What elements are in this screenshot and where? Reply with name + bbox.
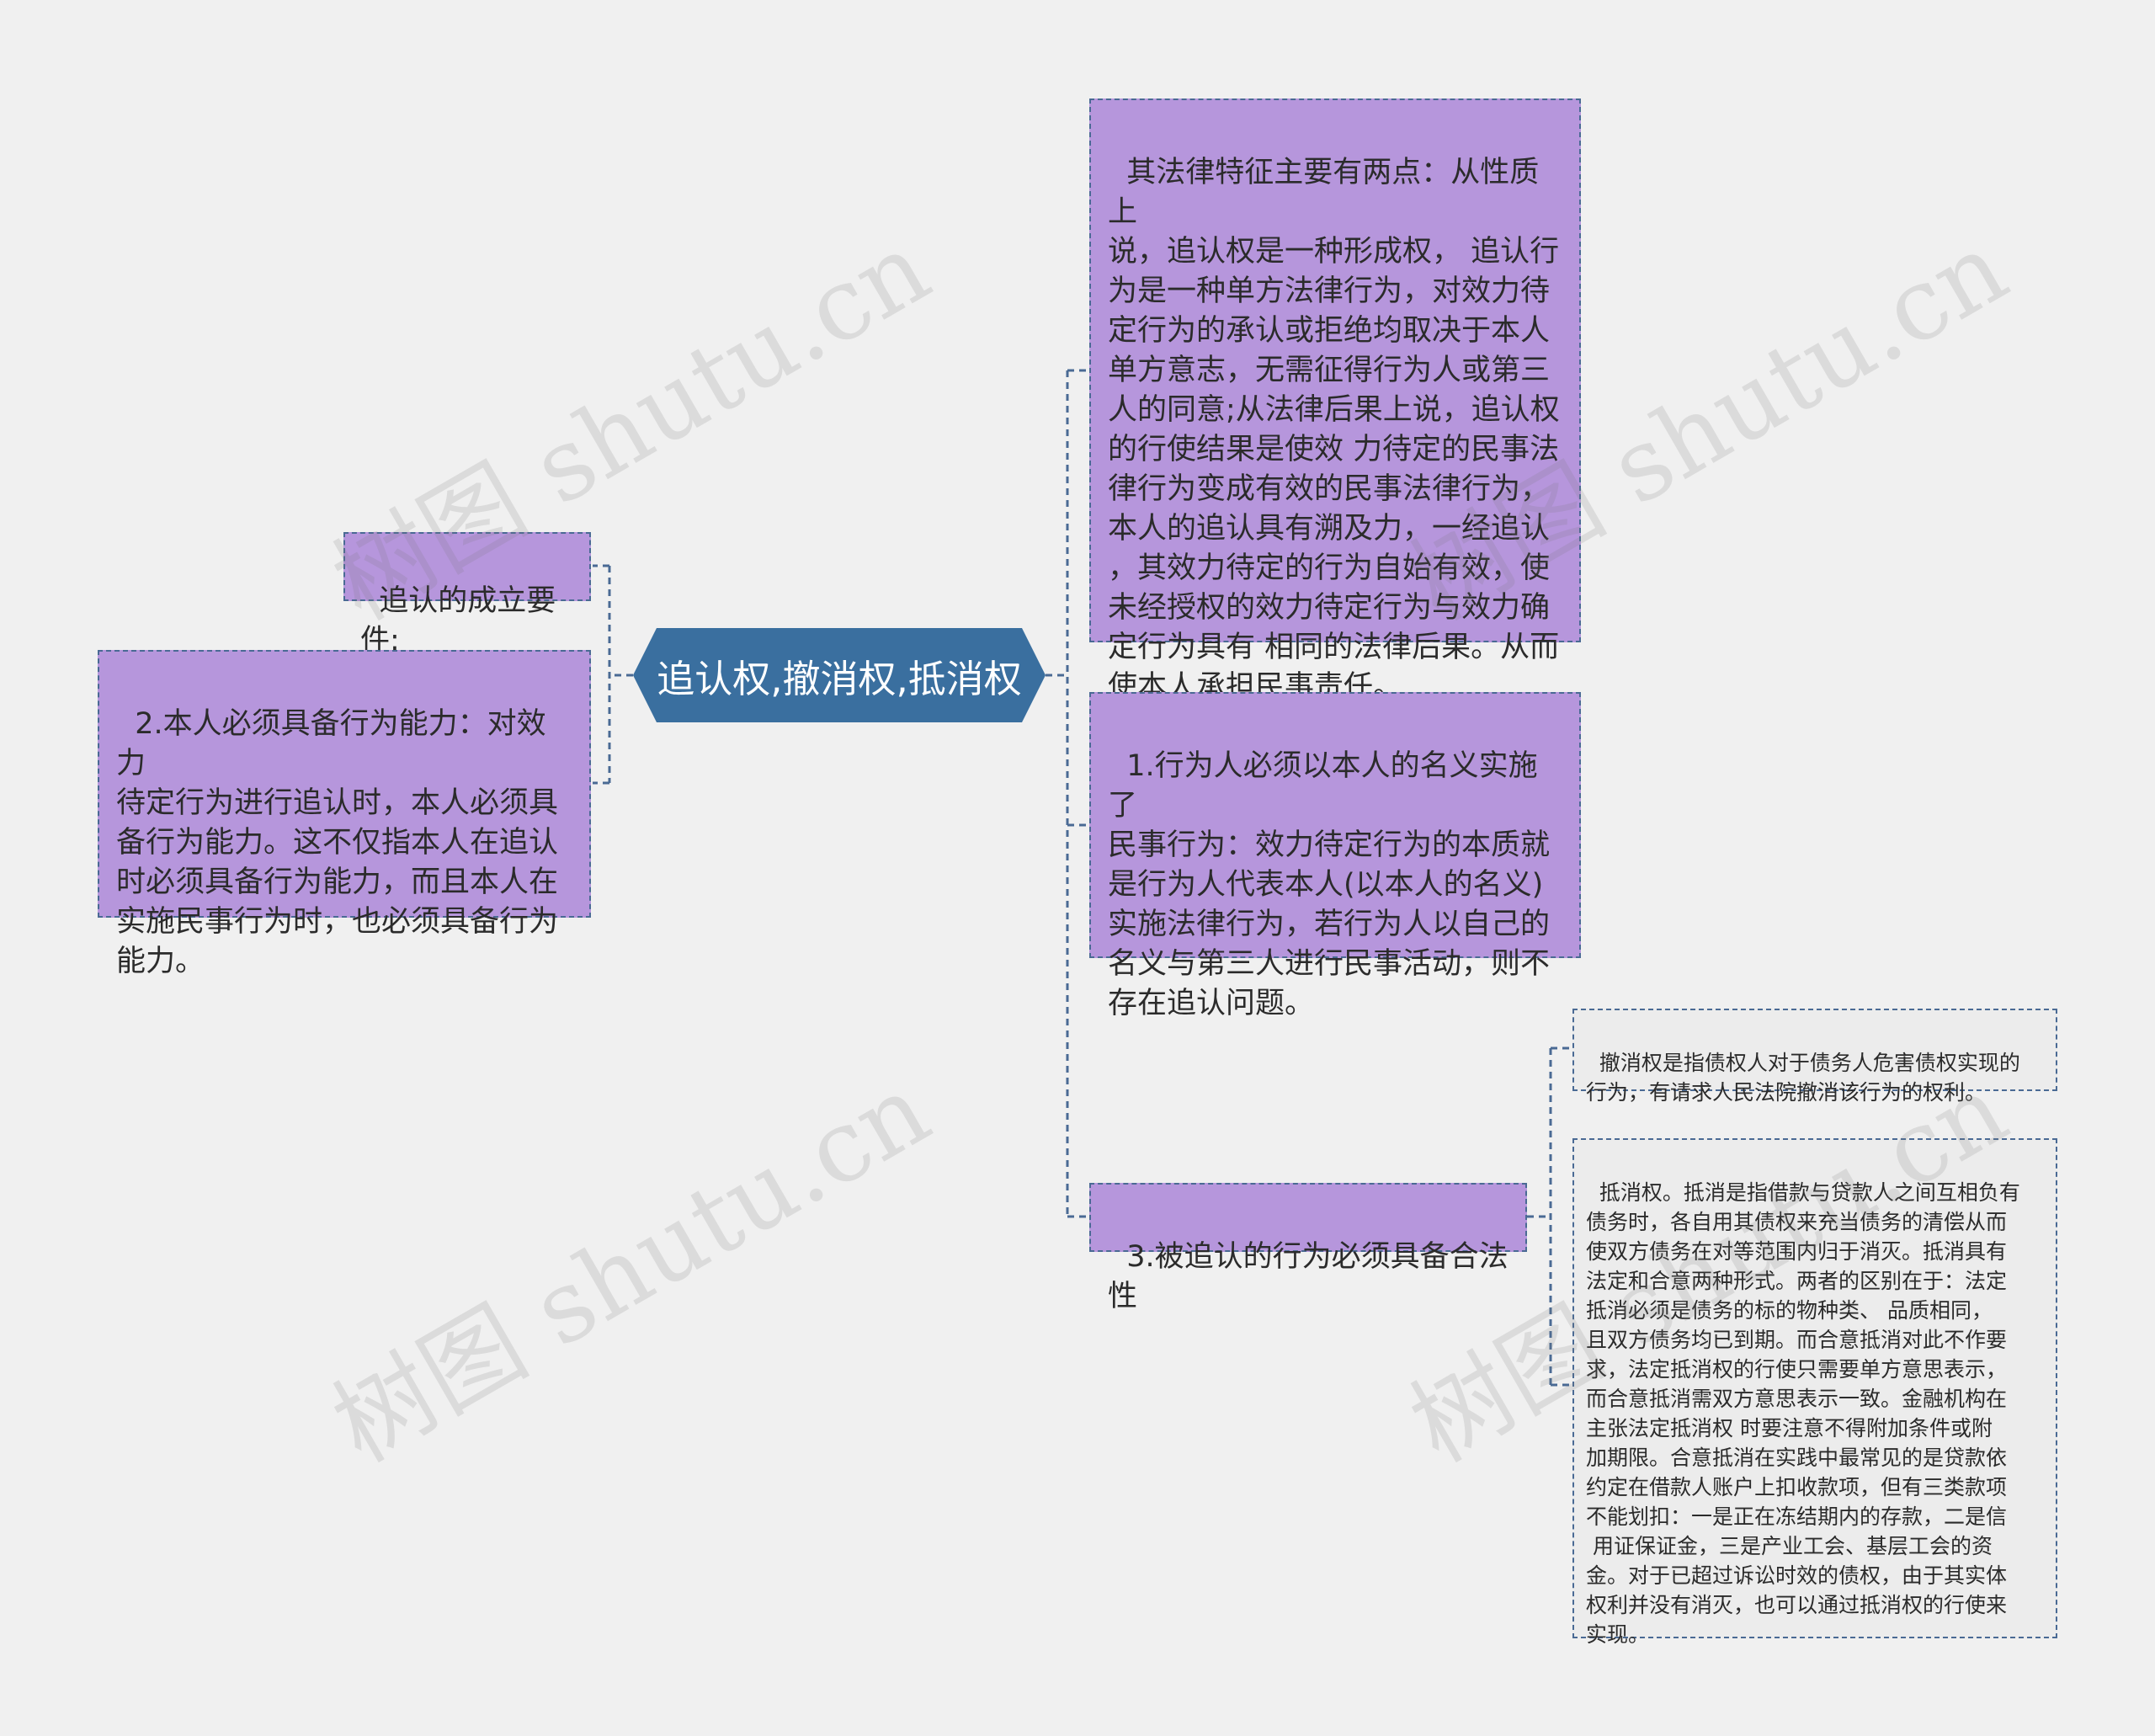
node-legal-characteristics[interactable]: 其法律特征主要有两点：从性质上 说，追认权是一种形成权， 追认行 为是一种单方法… [1089,99,1581,704]
node-text: 抵消权。抵消是指借款与贷款人之间互相负有 债务时，各自用其债权来充当债务的清偿从… [1586,1180,2020,1647]
root-label: 追认权,撤消权,抵消权 [657,656,1022,701]
node-ratification-requirements-heading[interactable]: 追认的成立要件: [343,532,591,658]
node-text: 其法律特征主要有两点：从性质上 说，追认权是一种形成权， 追认行 为是一种单方法… [1108,156,1560,704]
root-node[interactable]: 追认权,撤消权,抵消权 [633,628,1046,722]
leaf-revocation-right[interactable]: 撤消权是指债权人对于债务人危害债权实现的 行为，有请求人民法院撤消该行为的权利。 [1572,1009,2057,1105]
node-text: 1.行为人必须以本人的名义实施了 民事行为：效力待定行为的本质就 是行为人代表本… [1108,749,1551,1020]
leaf-setoff-right[interactable]: 抵消权。抵消是指借款与贷款人之间互相负有 债务时，各自用其债权来充当债务的清偿从… [1572,1138,2057,1647]
node-name-of-principal[interactable]: 1.行为人必须以本人的名义实施了 民事行为：效力待定行为的本质就 是行为人代表本… [1089,692,1581,1020]
node-text: 2.本人必须具备行为能力：对效力 待定行为进行追认时，本人必须具 备行为能力。这… [116,707,559,978]
node-legality-requirement[interactable]: 3.被追认的行为必须具备合法性 [1089,1183,1527,1313]
node-text: 撤消权是指债权人对于债务人危害债权实现的 行为，有请求人民法院撤消该行为的权利。 [1586,1051,2020,1105]
node-principal-capacity[interactable]: 2.本人必须具备行为能力：对效力 待定行为进行追认时，本人必须具 备行为能力。这… [98,650,591,978]
